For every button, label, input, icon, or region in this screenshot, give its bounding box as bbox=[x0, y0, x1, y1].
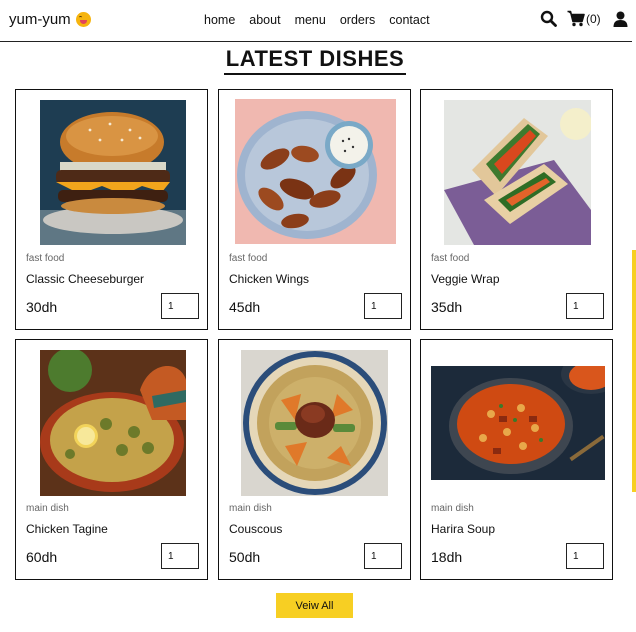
quantity-input[interactable] bbox=[566, 293, 604, 319]
logo[interactable]: yum-yum bbox=[9, 11, 91, 28]
nav-menu[interactable]: menu bbox=[295, 13, 326, 27]
dish-price: 18dh bbox=[431, 549, 463, 565]
dish-card: main dish Couscous 50dh bbox=[218, 339, 411, 580]
dish-category: main dish bbox=[26, 503, 69, 514]
dish-name: Veggie Wrap bbox=[431, 272, 500, 286]
veggie-wrap-image bbox=[444, 100, 591, 245]
burger-image bbox=[40, 100, 186, 245]
tagine-image bbox=[40, 350, 186, 496]
quantity-input[interactable] bbox=[364, 543, 402, 569]
main-nav: home about menu orders contact bbox=[204, 13, 444, 27]
nav-contact[interactable]: contact bbox=[389, 13, 429, 27]
quantity-input[interactable] bbox=[566, 543, 604, 569]
dish-price: 60dh bbox=[26, 549, 58, 565]
dish-card: main dish Chicken Tagine 60dh bbox=[15, 339, 208, 580]
section-title: LATEST DISHES bbox=[0, 46, 630, 75]
nav-home[interactable]: home bbox=[204, 13, 235, 27]
site-header: yum-yum home about menu orders contact (… bbox=[0, 0, 632, 42]
cart-button[interactable]: (0) bbox=[567, 10, 601, 27]
dish-category: fast food bbox=[229, 253, 268, 264]
dish-category: fast food bbox=[431, 253, 470, 264]
couscous-image bbox=[241, 350, 388, 496]
dish-name: Classic Cheeseburger bbox=[26, 272, 145, 286]
chicken-wings-image bbox=[235, 99, 396, 244]
dish-category: main dish bbox=[431, 503, 474, 514]
dish-category: fast food bbox=[26, 253, 65, 264]
dish-category: main dish bbox=[229, 503, 272, 514]
nav-orders[interactable]: orders bbox=[340, 13, 375, 27]
dish-price: 45dh bbox=[229, 299, 261, 315]
harira-image bbox=[431, 366, 605, 480]
scrollbar[interactable] bbox=[632, 250, 636, 492]
cart-count: (0) bbox=[586, 11, 601, 26]
dish-card: fast food Classic Cheeseburger 30dh bbox=[15, 89, 208, 330]
dish-name: Chicken Tagine bbox=[26, 522, 108, 536]
dish-name: Harira Soup bbox=[431, 522, 496, 536]
dish-price: 30dh bbox=[26, 299, 58, 315]
quantity-input[interactable] bbox=[364, 293, 402, 319]
smiley-face-icon bbox=[75, 12, 91, 27]
dish-name: Chicken Wings bbox=[229, 272, 310, 286]
view-all-button[interactable]: Veiw All bbox=[276, 593, 353, 618]
dish-price: 35dh bbox=[431, 299, 463, 315]
search-icon[interactable] bbox=[540, 10, 557, 27]
dish-card: fast food Veggie Wrap 35dh bbox=[420, 89, 613, 330]
quantity-input[interactable] bbox=[161, 293, 199, 319]
quantity-input[interactable] bbox=[161, 543, 199, 569]
cart-icon bbox=[567, 10, 585, 27]
dish-card: main dish Harira Soup 18dh bbox=[420, 339, 613, 580]
dish-name: Couscous bbox=[229, 522, 283, 536]
header-actions: (0) bbox=[540, 10, 628, 27]
dish-price: 50dh bbox=[229, 549, 261, 565]
nav-about[interactable]: about bbox=[249, 13, 280, 27]
logo-text: yum-yum bbox=[9, 11, 71, 28]
page-title: LATEST DISHES bbox=[223, 46, 407, 75]
user-icon[interactable] bbox=[613, 11, 628, 27]
dish-card: fast food Chicken Wings 45dh bbox=[218, 89, 411, 330]
